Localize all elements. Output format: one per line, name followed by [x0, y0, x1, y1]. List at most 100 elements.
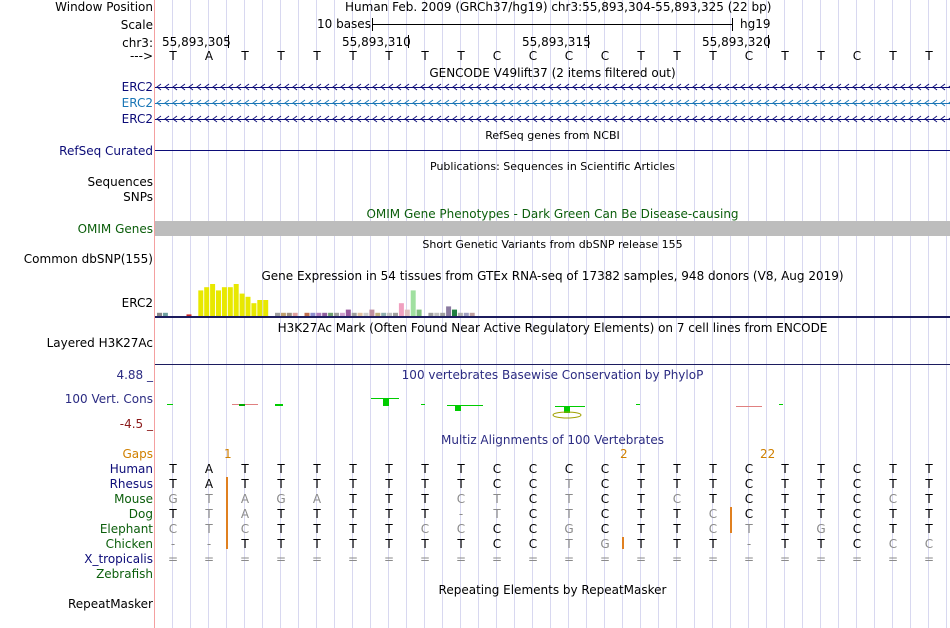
refseq-curated-label[interactable]: RefSeq Curated: [59, 144, 153, 158]
phylop-conservation-plot[interactable]: [155, 385, 950, 425]
gencode-gene-1-label[interactable]: ERC2: [122, 80, 153, 94]
strand-chevron: [492, 83, 498, 91]
strand-chevron: [692, 83, 698, 91]
alignment-base: T: [925, 462, 933, 476]
strand-chevron: [812, 99, 818, 107]
alignment-base: T: [349, 507, 357, 521]
alignment-base: =: [239, 552, 251, 566]
dbsnp-label[interactable]: Common dbSNP(155): [24, 252, 153, 266]
alignment-base: T: [277, 477, 285, 491]
strand-chevron: [300, 115, 306, 123]
insertion-marker: [730, 507, 732, 533]
h3k27ac-label[interactable]: Layered H3K27Ac: [47, 336, 153, 350]
strand-chevron: [700, 83, 706, 91]
alignment-base: C: [744, 477, 754, 491]
repeatmasker-label[interactable]: RepeatMasker: [68, 597, 153, 611]
omim-phenotype-bar[interactable]: [155, 221, 950, 236]
strand-chevron: [820, 99, 826, 107]
gtex-tissue-bar: [257, 300, 263, 316]
alignment-base: C: [852, 477, 862, 491]
alignment-base: =: [923, 552, 935, 566]
alignment-base: T: [313, 462, 321, 476]
species-label[interactable]: Rhesus: [110, 477, 153, 491]
strand-chevron: [724, 99, 730, 107]
gaps-label[interactable]: Gaps: [122, 447, 153, 461]
alignment-base: A: [240, 492, 250, 506]
strand-chevron: [228, 83, 234, 91]
gencode-gene-2-label[interactable]: ERC2: [122, 96, 153, 110]
species-label[interactable]: X_tropicalis: [84, 552, 153, 566]
alignment-base: T: [709, 537, 717, 551]
base-letter: T: [457, 49, 465, 63]
strand-chevron: [372, 83, 378, 91]
phylop-mark: [167, 404, 173, 405]
gtex-tissue-bar: [204, 287, 210, 316]
alignment-base: C: [528, 537, 538, 551]
strand-chevron: [716, 83, 722, 91]
strand-chevron: [636, 115, 642, 123]
gtex-erc2-label[interactable]: ERC2: [122, 296, 153, 310]
strand-chevron: [612, 115, 618, 123]
position-tick-4: [768, 35, 769, 48]
alignment-base: C: [492, 462, 502, 476]
alignment-base: T: [925, 492, 933, 506]
species-label[interactable]: Mouse: [114, 492, 153, 506]
strand-chevron: [500, 99, 506, 107]
alignment-base: T: [169, 462, 177, 476]
base-letter: T: [817, 49, 825, 63]
strand-chevron: [260, 115, 266, 123]
base-letter: C: [744, 49, 754, 63]
multiz-track-title: Multiz Alignments of 100 Vertebrates: [440, 433, 665, 447]
species-label[interactable]: Human: [110, 462, 153, 476]
strand-chevron: [468, 99, 474, 107]
publications-snps-label[interactable]: SNPs: [123, 190, 153, 204]
strand-chevron: [164, 99, 170, 107]
dbsnp-track-title: Short Genetic Variants from dbSNP releas…: [422, 238, 683, 251]
refseq-line[interactable]: [155, 150, 950, 151]
strand-chevron: [324, 99, 330, 107]
strand-chevron: [876, 83, 882, 91]
gap-mark-3[interactable]: 22: [760, 447, 775, 461]
phylop-label[interactable]: 100 Vert. Cons: [65, 392, 153, 406]
gap-mark-1[interactable]: 1: [224, 447, 232, 461]
strand-chevron: [852, 115, 858, 123]
alignment-base: T: [385, 537, 393, 551]
species-label[interactable]: Dog: [129, 507, 153, 521]
strand-chevron: [780, 99, 786, 107]
strand-chevron: [652, 115, 658, 123]
scale-bar-left-tick: [372, 18, 373, 31]
strand-chevron: [324, 115, 330, 123]
strand-chevron: [564, 83, 570, 91]
alignment-base: T: [781, 537, 789, 551]
alignment-base: T: [385, 477, 393, 491]
omim-genes-label[interactable]: OMIM Genes: [78, 222, 153, 236]
gencode-strand-arrows: [156, 83, 950, 123]
omim-track-title: OMIM Gene Phenotypes - Dark Green Can Be…: [366, 207, 739, 221]
species-label[interactable]: Zebrafish: [96, 567, 153, 581]
position-3: 55,893,315: [522, 35, 591, 49]
window-position-label: Window Position: [55, 0, 153, 14]
strand-chevron: [220, 115, 226, 123]
alignment-base: C: [456, 522, 466, 536]
strand-chevron: [772, 83, 778, 91]
gencode-gene-3-label[interactable]: ERC2: [122, 112, 153, 126]
gtex-tissue-bar: [239, 293, 245, 316]
strand-chevron: [708, 83, 714, 91]
strand-chevron: [588, 83, 594, 91]
species-label[interactable]: Chicken: [106, 537, 153, 551]
phylop-max-label: 4.88 _: [116, 368, 153, 382]
gtex-expression-chart[interactable]: [155, 283, 950, 318]
alignment-base: C: [600, 462, 610, 476]
publications-sequences-label[interactable]: Sequences: [88, 175, 153, 189]
strand-chevron: [876, 99, 882, 107]
species-label[interactable]: Elephant: [100, 522, 153, 536]
strand-chevron: [260, 99, 266, 107]
gap-mark-2[interactable]: 2: [620, 447, 628, 461]
strand-chevron: [292, 83, 298, 91]
strand-chevron: [276, 99, 282, 107]
alignment-base: =: [671, 552, 683, 566]
strand-chevron: [212, 115, 218, 123]
strand-chevron: [796, 115, 802, 123]
strand-chevron: [812, 115, 818, 123]
strand-chevron: [892, 83, 898, 91]
